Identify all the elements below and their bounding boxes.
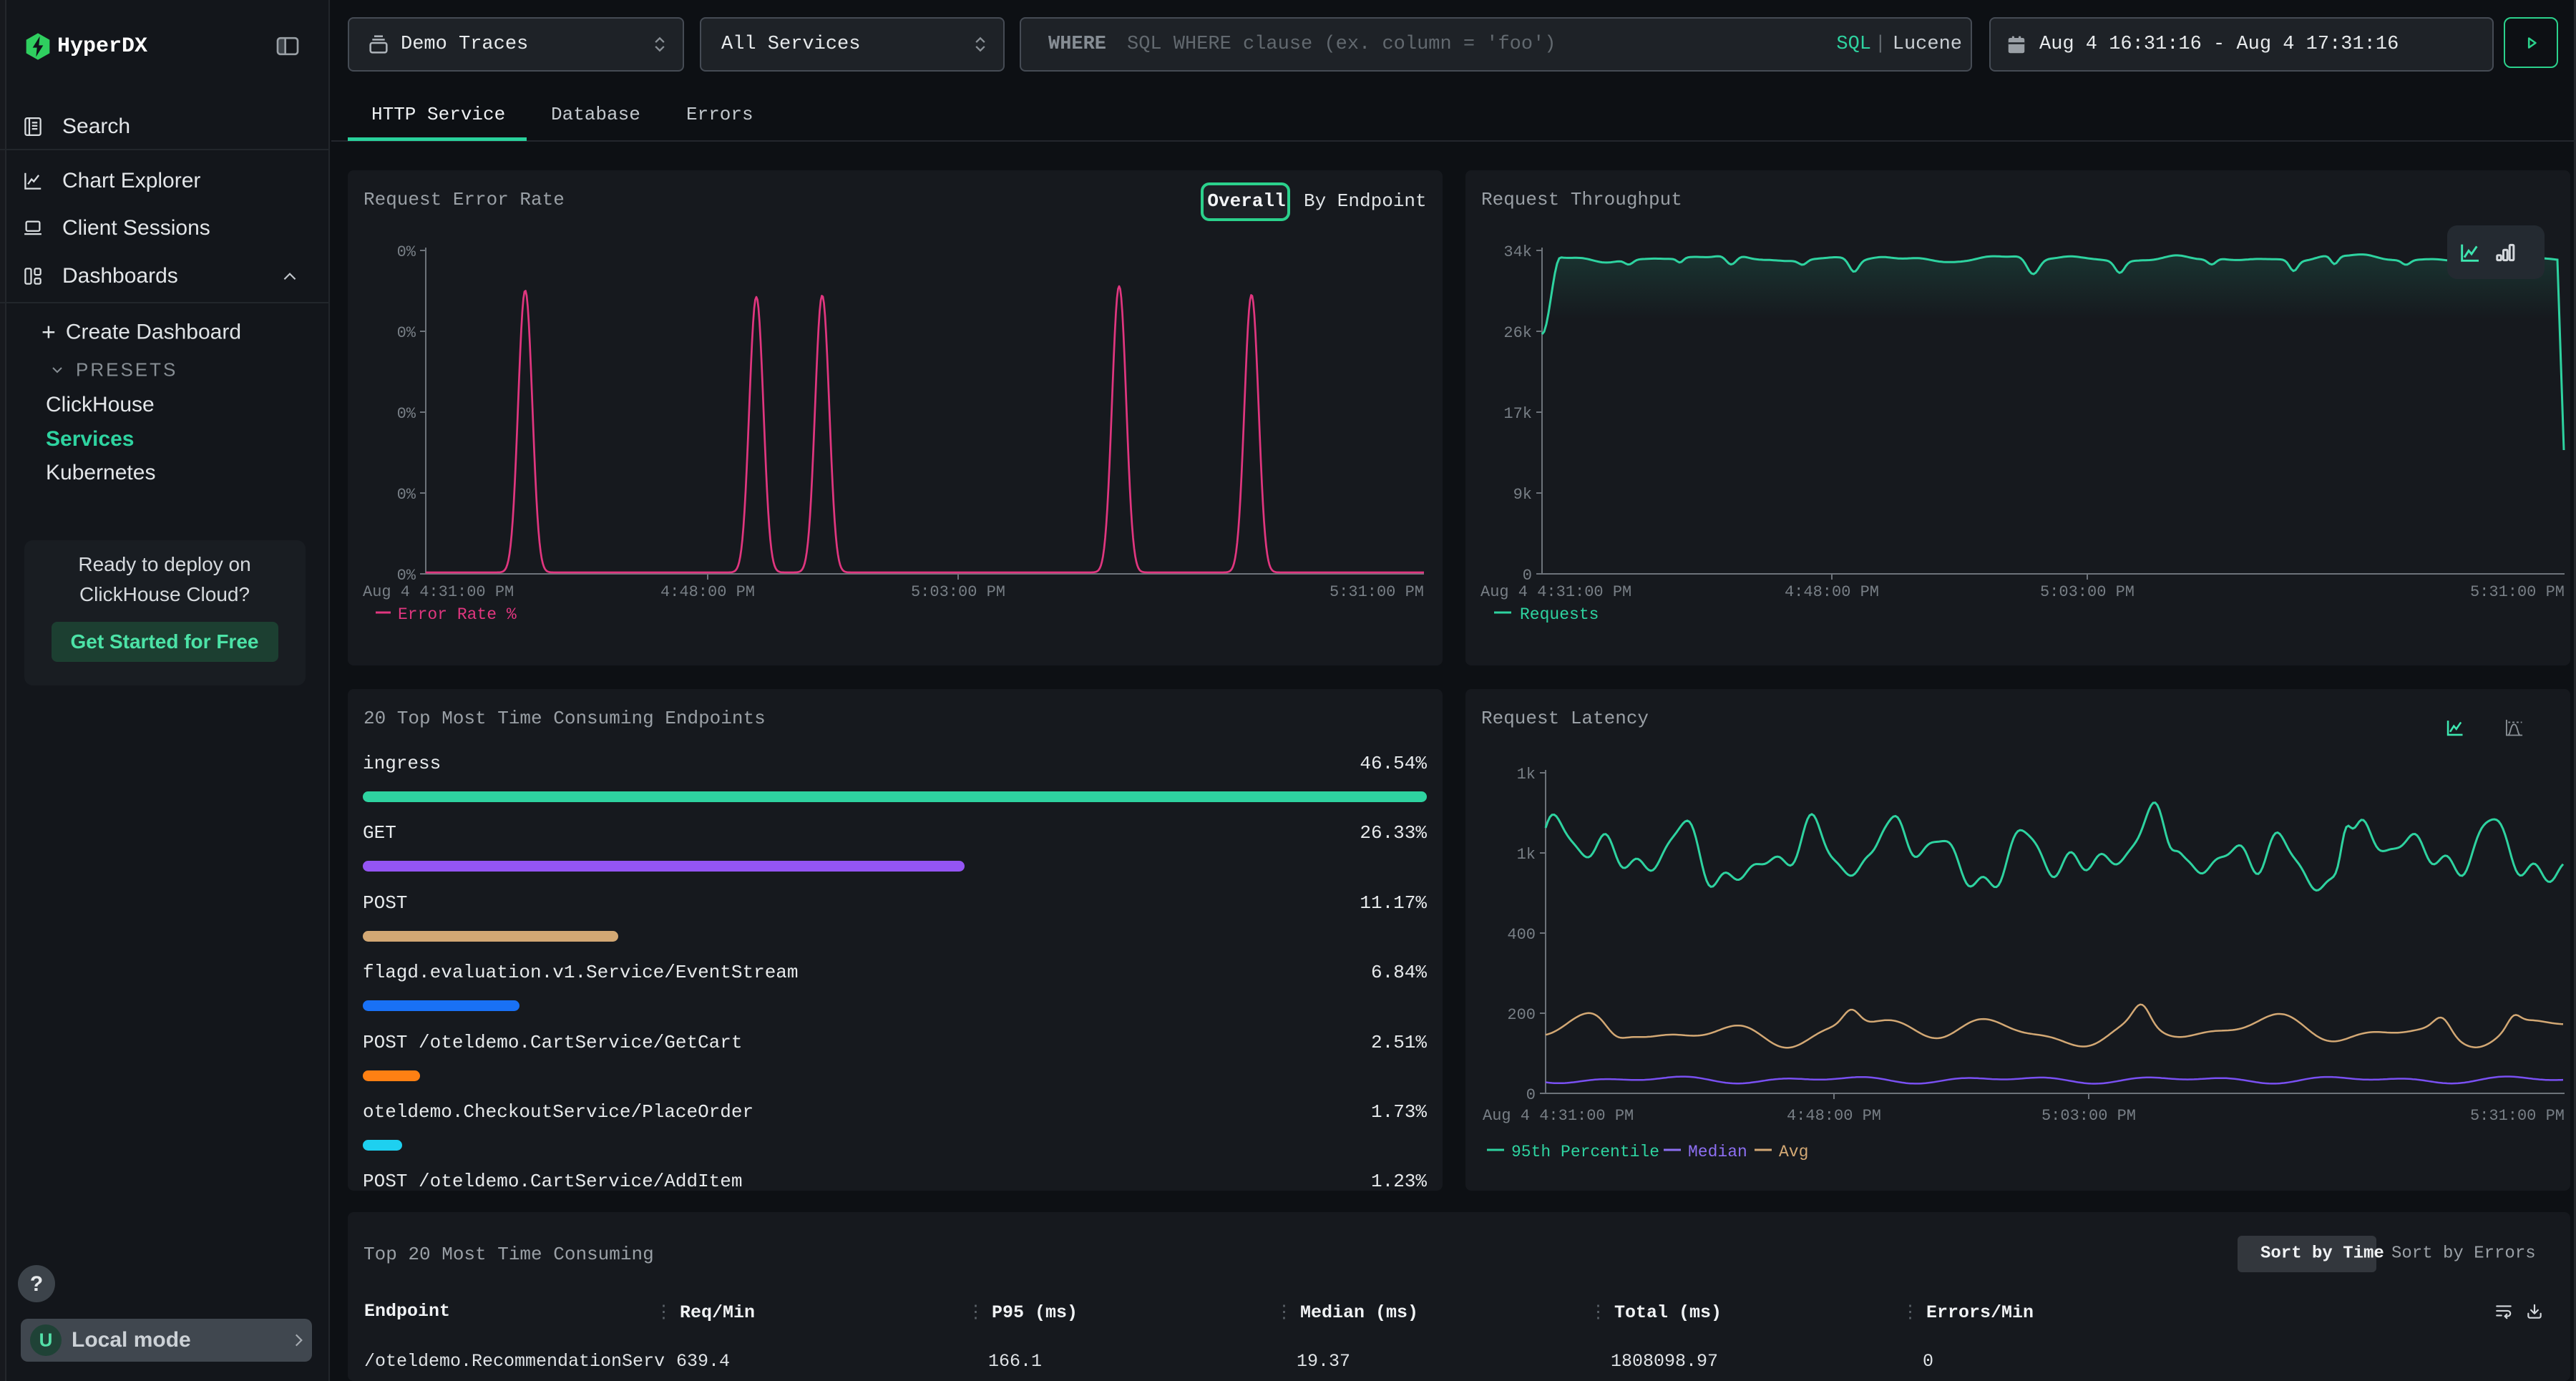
svg-text:5:03:00 PM: 5:03:00 PM — [2040, 583, 2135, 601]
svg-text:400: 400 — [1507, 926, 1536, 944]
svg-text:5:31:00 PM: 5:31:00 PM — [2470, 583, 2565, 601]
svg-text:17k: 17k — [1503, 405, 1532, 423]
svg-text:Avg: Avg — [1779, 1143, 1808, 1161]
svg-text:26k: 26k — [1503, 324, 1532, 342]
svg-text:Aug 4 4:31:00 PM: Aug 4 4:31:00 PM — [363, 583, 514, 601]
svg-text:95th Percentile: 95th Percentile — [1511, 1143, 1659, 1161]
svg-text:0: 0 — [1523, 567, 1532, 585]
svg-text:200: 200 — [1507, 1006, 1536, 1024]
svg-text:Error Rate %: Error Rate % — [398, 605, 517, 624]
svg-text:1k: 1k — [1517, 846, 1536, 864]
svg-text:0%: 0% — [397, 405, 416, 423]
svg-text:5:31:00 PM: 5:31:00 PM — [1330, 583, 1424, 601]
svg-text:Aug 4 4:31:00 PM: Aug 4 4:31:00 PM — [1483, 1107, 1634, 1125]
svg-text:9k: 9k — [1513, 486, 1532, 504]
svg-text:1k: 1k — [1517, 766, 1536, 784]
svg-text:4:48:00 PM: 4:48:00 PM — [660, 583, 755, 601]
svg-text:5:03:00 PM: 5:03:00 PM — [911, 583, 1005, 601]
svg-text:34k: 34k — [1503, 243, 1532, 261]
svg-text:0: 0 — [1526, 1086, 1536, 1104]
svg-text:0%: 0% — [397, 486, 416, 504]
svg-text:0%: 0% — [397, 567, 416, 585]
svg-text:Aug 4 4:31:00 PM: Aug 4 4:31:00 PM — [1480, 583, 1631, 601]
svg-text:5:03:00 PM: 5:03:00 PM — [2041, 1107, 2136, 1125]
svg-text:0%: 0% — [397, 243, 416, 261]
svg-text:4:48:00 PM: 4:48:00 PM — [1785, 583, 1879, 601]
svg-text:Median: Median — [1688, 1143, 1747, 1161]
svg-text:0%: 0% — [397, 324, 416, 342]
svg-text:Requests: Requests — [1520, 605, 1599, 624]
svg-text:4:48:00 PM: 4:48:00 PM — [1787, 1107, 1881, 1125]
svg-text:5:31:00 PM: 5:31:00 PM — [2470, 1107, 2565, 1125]
